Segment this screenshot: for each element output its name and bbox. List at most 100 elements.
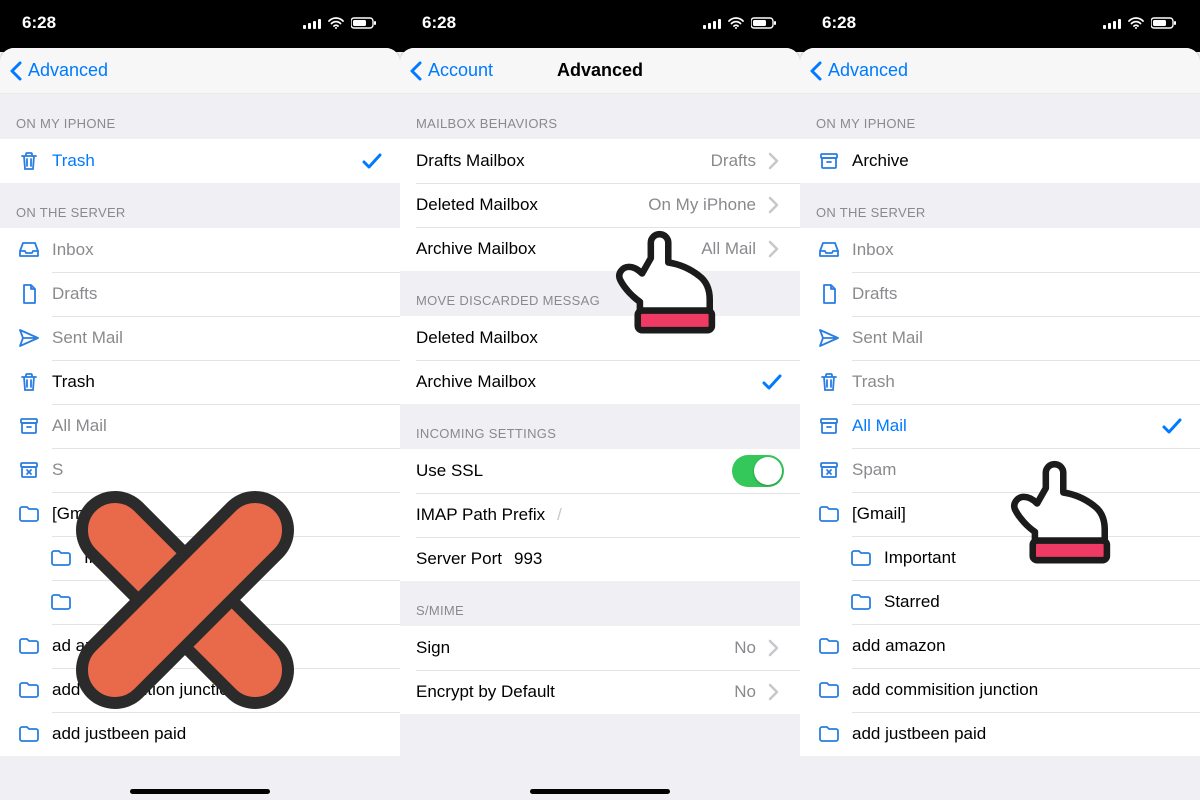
section-on-my-iphone: ON MY IPHONE xyxy=(0,94,400,139)
mailbox-starred[interactable] xyxy=(0,580,400,624)
chevron-right-icon xyxy=(762,193,784,217)
nav-bar: Advanced xyxy=(0,48,400,94)
mailbox-label: add justbeen paid xyxy=(852,724,1184,744)
chevron-right-icon xyxy=(762,636,784,660)
mailbox-add-amazon[interactable]: ad azon xyxy=(0,624,400,668)
mailbox-trash[interactable]: Trash xyxy=(800,360,1200,404)
row-deleted-mailbox[interactable]: Deleted Mailbox On My iPhone xyxy=(400,183,800,227)
back-button[interactable]: Advanced xyxy=(800,59,908,83)
mailbox-trash-server[interactable]: Trash xyxy=(0,360,400,404)
mailbox-add-cj[interactable]: add commisition junction xyxy=(0,668,400,712)
mailbox-add-amazon[interactable]: add amazon xyxy=(800,624,1200,668)
mailbox-sent[interactable]: Sent Mail xyxy=(800,316,1200,360)
row-drafts-mailbox[interactable]: Drafts Mailbox Drafts xyxy=(400,139,800,183)
mailbox-archive-local[interactable]: Archive xyxy=(800,139,1200,183)
back-button[interactable]: Advanced xyxy=(0,59,108,83)
mailbox-inbox[interactable]: Inbox xyxy=(800,228,1200,272)
home-indicator[interactable] xyxy=(130,789,270,794)
folder-icon xyxy=(48,546,74,570)
mailbox-drafts[interactable]: Drafts xyxy=(800,272,1200,316)
phone-screen-2: 6:28 Account Advanced MAILBOX BEHAVIORS … xyxy=(400,0,800,800)
row-move-to-archive[interactable]: Archive Mailbox xyxy=(400,360,800,404)
mailbox-label: Trash xyxy=(52,372,384,392)
section-on-the-server: ON THE SERVER xyxy=(0,183,400,228)
mailbox-gmail[interactable]: [Gma xyxy=(0,492,400,536)
mailbox-label: add justbeen paid xyxy=(52,724,384,744)
trash-icon xyxy=(16,370,42,394)
row-value: On My iPhone xyxy=(648,195,756,215)
mailbox-label: Drafts xyxy=(52,284,384,304)
row-server-port[interactable]: Server Port 993 xyxy=(400,537,800,581)
status-time: 6:28 xyxy=(422,13,456,33)
mailbox-label: Inbox xyxy=(52,240,384,260)
mailbox-label: Impor xyxy=(84,548,384,568)
checkmark-icon xyxy=(360,149,384,173)
mailbox-gmail[interactable]: [Gmail] xyxy=(800,492,1200,536)
chevron-right-icon xyxy=(762,237,784,261)
nav-bar: Account Advanced xyxy=(400,48,800,94)
back-label: Advanced xyxy=(828,60,908,81)
mailbox-all-mail[interactable]: All Mail xyxy=(0,404,400,448)
spam-icon xyxy=(16,458,42,482)
row-label: Server Port xyxy=(416,549,502,569)
back-button[interactable]: Account xyxy=(400,59,493,83)
mailbox-important[interactable]: Important xyxy=(800,536,1200,580)
mailbox-spam[interactable]: Spam xyxy=(800,448,1200,492)
mailbox-drafts[interactable]: Drafts xyxy=(0,272,400,316)
folder-icon xyxy=(816,634,842,658)
status-indicators xyxy=(1103,16,1178,30)
row-imap-prefix[interactable]: IMAP Path Prefix / xyxy=(400,493,800,537)
mailbox-label: Spam xyxy=(852,460,1184,480)
mailbox-spam[interactable]: S xyxy=(0,448,400,492)
folder-icon xyxy=(16,634,42,658)
home-indicator[interactable] xyxy=(530,789,670,794)
mailbox-label: Trash xyxy=(852,372,1184,392)
checkmark-icon xyxy=(1160,414,1184,438)
mailbox-important[interactable]: Impor xyxy=(0,536,400,580)
mailbox-label: Sent Mail xyxy=(52,328,384,348)
back-label: Account xyxy=(428,60,493,81)
send-icon xyxy=(816,326,842,350)
mailbox-inbox[interactable]: Inbox xyxy=(0,228,400,272)
section-on-my-iphone: ON MY IPHONE xyxy=(800,94,1200,139)
folder-icon xyxy=(848,546,874,570)
mailbox-sent[interactable]: Sent Mail xyxy=(0,316,400,360)
mailbox-label: Sent Mail xyxy=(852,328,1184,348)
document-icon xyxy=(16,282,42,306)
mailbox-label: All Mail xyxy=(52,416,384,436)
status-indicators xyxy=(303,16,378,30)
status-bar: 6:28 xyxy=(0,0,400,52)
use-ssl-toggle[interactable] xyxy=(732,455,784,487)
archive-icon xyxy=(816,414,842,438)
mailbox-starred[interactable]: Starred xyxy=(800,580,1200,624)
folder-icon xyxy=(848,590,874,614)
mailbox-trash-local[interactable]: Trash xyxy=(0,139,400,183)
chevron-left-icon xyxy=(406,59,426,83)
row-label: Archive Mailbox xyxy=(416,372,760,392)
row-encrypt-by-default[interactable]: Encrypt by Default No xyxy=(400,670,800,714)
folder-icon xyxy=(816,502,842,526)
row-sign[interactable]: Sign No xyxy=(400,626,800,670)
row-label: Deleted Mailbox xyxy=(416,328,784,348)
wifi-icon xyxy=(728,16,745,30)
chevron-right-icon xyxy=(762,149,784,173)
mailbox-all-mail[interactable]: All Mail xyxy=(800,404,1200,448)
mailbox-label: Trash xyxy=(52,151,360,171)
mailbox-add-jbp[interactable]: add justbeen paid xyxy=(0,712,400,756)
row-value: Drafts xyxy=(711,151,756,171)
folder-icon xyxy=(48,590,74,614)
row-archive-mailbox[interactable]: Archive Mailbox All Mail xyxy=(400,227,800,271)
row-value: All Mail xyxy=(701,239,756,259)
row-label: Encrypt by Default xyxy=(416,682,734,702)
row-label: Deleted Mailbox xyxy=(416,195,648,215)
status-time: 6:28 xyxy=(22,13,56,33)
mailbox-add-jbp[interactable]: add justbeen paid xyxy=(800,712,1200,756)
mailbox-add-cj[interactable]: add commisition junction xyxy=(800,668,1200,712)
phone-screen-1: 6:28 Advanced ON MY IPHONE Trash ON THE … xyxy=(0,0,400,800)
row-use-ssl[interactable]: Use SSL xyxy=(400,449,800,493)
mailbox-label: add amazon xyxy=(852,636,1184,656)
battery-icon xyxy=(1151,16,1178,30)
row-move-to-deleted[interactable]: Deleted Mailbox xyxy=(400,316,800,360)
status-time: 6:28 xyxy=(822,13,856,33)
checkmark-icon xyxy=(760,370,784,394)
